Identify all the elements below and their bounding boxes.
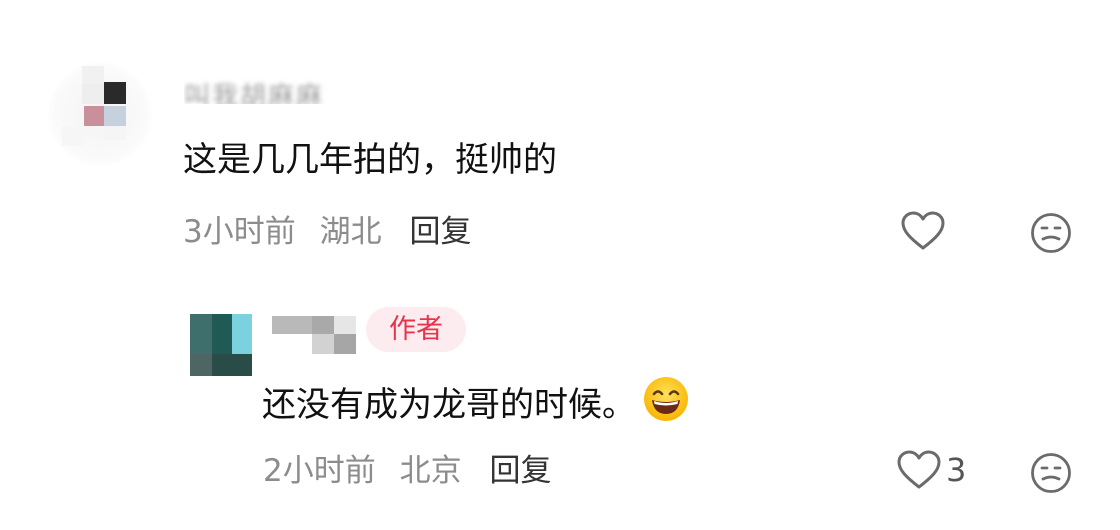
heart-outline-icon: [897, 450, 941, 489]
reply-button[interactable]: 回复: [489, 453, 551, 489]
like-button[interactable]: [900, 210, 950, 252]
comment-location: 湖北: [319, 214, 382, 250]
reply-text: 还没有成为龙哥的时候。: [262, 375, 690, 435]
author-username[interactable]: [272, 314, 358, 354]
commenter-username-text: 叫我胡麻麻: [184, 82, 325, 104]
commenter-username[interactable]: 叫我胡麻麻: [184, 78, 404, 104]
comment-text: 这是几几年拍的，挺帅的: [183, 140, 557, 180]
like-button[interactable]: 3: [896, 449, 966, 491]
grinning-face-emoji: [642, 375, 690, 435]
reply-meta: 2小时前 北京 回复: [263, 451, 551, 491]
commenter-avatar[interactable]: [48, 62, 152, 166]
dislike-button[interactable]: [1030, 452, 1072, 498]
author-badge: 作者: [366, 307, 466, 352]
reply-time: 2小时前: [263, 453, 376, 489]
reply-text-content: 还没有成为龙哥的时候。: [262, 385, 636, 425]
meh-face-icon: [1031, 213, 1071, 253]
reply-button[interactable]: 回复: [409, 214, 471, 250]
author-avatar[interactable]: [190, 314, 252, 376]
heart-outline-icon: [901, 211, 945, 250]
comment-time: 3小时前: [183, 214, 296, 250]
comment-meta: 3小时前 湖北 回复: [183, 212, 471, 252]
like-count: 3: [946, 451, 967, 489]
dislike-button[interactable]: [1030, 212, 1072, 258]
reply-location: 北京: [399, 453, 462, 489]
meh-face-icon: [1031, 453, 1071, 493]
